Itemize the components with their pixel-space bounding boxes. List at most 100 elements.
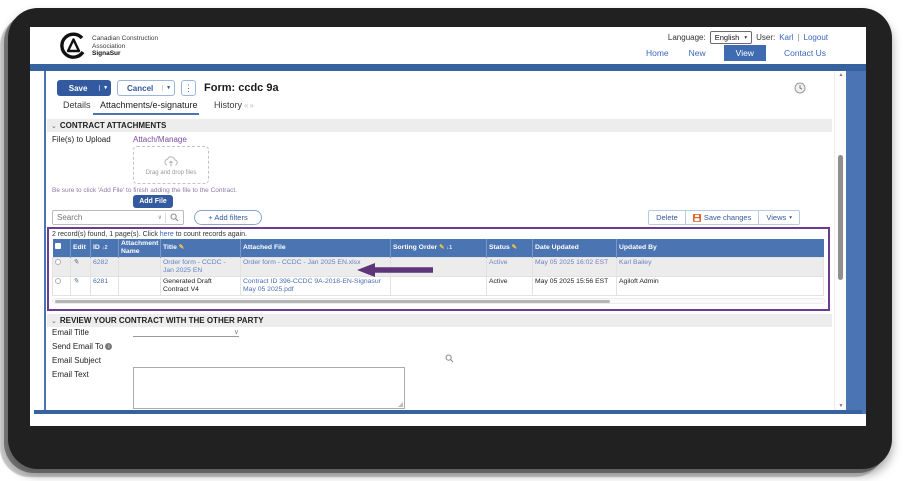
col-header-title[interactable]: Title ✎ — [160, 239, 241, 258]
save-changes-button[interactable]: Save changes — [684, 210, 760, 225]
tab-scroll-arrows-icon[interactable]: «» — [244, 101, 255, 110]
search-scope-caret-icon[interactable]: ∨ — [155, 214, 165, 221]
summary-prefix: 2 record(s) found, 1 page(s). Click — [52, 231, 160, 238]
scrollbar-thumb[interactable] — [55, 300, 611, 304]
cca-logo-icon — [60, 32, 87, 65]
cell-attachment-name — [118, 275, 161, 297]
language-select[interactable]: English ▾ — [709, 31, 753, 44]
add-file-button[interactable]: Add File — [133, 195, 173, 208]
edit-pencil-icon[interactable]: ✎ — [73, 259, 79, 266]
table-horizontal-scrollbar[interactable] — [52, 298, 825, 305]
views-button-label: Views — [766, 213, 787, 222]
cell-title-link[interactable]: Order form - CCDC - Jan 2025 EN — [160, 256, 241, 277]
search-submit-icon[interactable] — [166, 213, 183, 222]
cell-select[interactable] — [52, 256, 71, 277]
section-title: CONTRACT ATTACHMENTS — [59, 121, 167, 130]
org-name-line2: Association — [92, 42, 126, 50]
cell-id[interactable]: 6281 — [90, 275, 119, 297]
save-dropdown-caret-icon[interactable]: ▾ — [99, 85, 111, 91]
delete-button[interactable]: Delete — [648, 210, 686, 225]
summary-suffix: to count records again. — [173, 231, 247, 238]
cell-id[interactable]: 6282 — [90, 256, 119, 277]
edit-pencil-icon: ✎ — [511, 243, 518, 251]
edit-pencil-icon: ✎ — [178, 243, 185, 251]
add-filters-button[interactable]: + Add filters — [194, 210, 262, 225]
scrollbar-thumb[interactable] — [838, 155, 843, 280]
app-header: Canadian Construction Association SignaS… — [30, 27, 866, 64]
separator: | — [797, 33, 800, 42]
email-title-label: Email Title — [52, 328, 89, 337]
grid-actions-group: Delete Save changes Views ▾ — [648, 210, 800, 225]
col-header-sorting-order[interactable]: Sorting Order ✎ ↓1 — [390, 239, 487, 258]
col-header-attachment-name[interactable]: Attachment Name — [118, 239, 161, 258]
row-checkbox[interactable] — [55, 258, 61, 265]
section-header-contract-attachments[interactable]: ⌄ CONTRACT ATTACHMENTS — [47, 119, 832, 132]
right-border-strip — [846, 71, 866, 414]
attachments-table: Edit ID ↓2 Attachment Name Title ✎ Attac… — [52, 239, 824, 297]
app-window: Canadian Construction Association SignaS… — [30, 27, 866, 426]
table-row: ✎ 6281 Generated Draft Contract V4 Contr… — [52, 275, 824, 297]
email-title-select[interactable]: ∨ — [133, 324, 239, 337]
subject-lookup-icon[interactable] — [445, 354, 454, 363]
delete-button-label: Delete — [656, 213, 678, 222]
product-name: SignaSur — [92, 50, 121, 57]
logout-link[interactable]: Logout — [804, 33, 828, 42]
records-annotation-box: 2 record(s) found, 1 page(s). Click here… — [47, 227, 830, 311]
col-status-label: Status — [489, 243, 510, 251]
send-email-to-label: Send Email To i — [52, 342, 113, 351]
tab-attachments-esignature[interactable]: Attachments/e-signature — [100, 100, 198, 110]
sort-indicator-icon: ↓2 — [101, 244, 108, 251]
history-clock-icon[interactable] — [794, 81, 806, 99]
col-header-edit[interactable]: Edit — [70, 239, 91, 258]
cell-edit[interactable]: ✎ — [70, 275, 91, 297]
vertical-scrollbar[interactable]: ▲ ▼ — [834, 71, 846, 410]
send-email-to-field-wrap — [133, 339, 440, 356]
main-nav: Home New View Contact Us — [644, 45, 828, 61]
cell-attachment-name — [118, 256, 161, 277]
col-header-status[interactable]: Status ✎ — [486, 239, 533, 258]
user-name-link[interactable]: Karl — [779, 33, 793, 42]
nav-home[interactable]: Home — [644, 45, 671, 61]
nav-view[interactable]: View — [723, 45, 766, 61]
tab-details[interactable]: Details — [63, 100, 91, 110]
org-name-line1: Canadian Construction — [92, 35, 159, 42]
user-label: User: — [756, 33, 776, 42]
email-subject-field-wrap — [133, 353, 440, 370]
col-header-id[interactable]: ID ↓2 — [90, 239, 119, 258]
table-header-row: Edit ID ↓2 Attachment Name Title ✎ Attac… — [52, 239, 824, 258]
form-panel: Save ▾ Cancel ▾ ⋮ Form: ccdc 9a Details … — [44, 71, 834, 410]
nav-contact-us[interactable]: Contact Us — [782, 45, 828, 61]
count-records-link[interactable]: here — [160, 231, 174, 238]
info-icon[interactable]: i — [105, 343, 113, 351]
nav-new[interactable]: New — [687, 45, 708, 61]
attach-manage-link[interactable]: Attach/Manage — [133, 135, 187, 144]
add-file-helper-text: Be sure to click 'Add File' to finish ad… — [52, 187, 237, 194]
cell-select[interactable] — [52, 275, 71, 297]
search-input[interactable] — [53, 213, 155, 222]
col-header-date-updated[interactable]: Date Updated — [532, 239, 617, 258]
dropzone-label: Drag and drop files — [145, 169, 197, 176]
more-actions-button[interactable]: ⋮ — [181, 80, 196, 96]
email-subject-label: Email Subject — [52, 356, 101, 365]
views-button[interactable]: Views ▾ — [758, 210, 800, 225]
cancel-dropdown-caret-icon[interactable]: ▾ — [162, 85, 174, 91]
resize-handle-icon[interactable] — [398, 402, 403, 407]
views-caret-icon: ▾ — [789, 214, 792, 221]
col-header-select-all[interactable] — [52, 239, 71, 258]
active-tab-underline — [93, 113, 199, 115]
device-frame: Canadian Construction Association SignaS… — [8, 8, 892, 469]
select-all-checkbox-icon[interactable] — [54, 243, 61, 250]
tab-history[interactable]: History — [214, 100, 242, 110]
save-button[interactable]: Save ▾ — [57, 80, 111, 96]
file-dropzone[interactable]: Drag and drop files — [133, 146, 209, 184]
row-checkbox[interactable] — [55, 277, 61, 284]
email-text-label: Email Text — [52, 370, 89, 379]
email-text-area[interactable] — [134, 368, 404, 408]
send-email-to-text: Send Email To — [52, 342, 104, 351]
col-header-updated-by[interactable]: Updated By — [616, 239, 824, 258]
edit-pencil-icon[interactable]: ✎ — [73, 278, 79, 285]
cell-edit[interactable]: ✎ — [70, 256, 91, 277]
col-header-attached-file[interactable]: Attached File — [240, 239, 391, 258]
edit-pencil-icon: ✎ — [439, 243, 445, 251]
cancel-button[interactable]: Cancel ▾ — [117, 80, 175, 96]
